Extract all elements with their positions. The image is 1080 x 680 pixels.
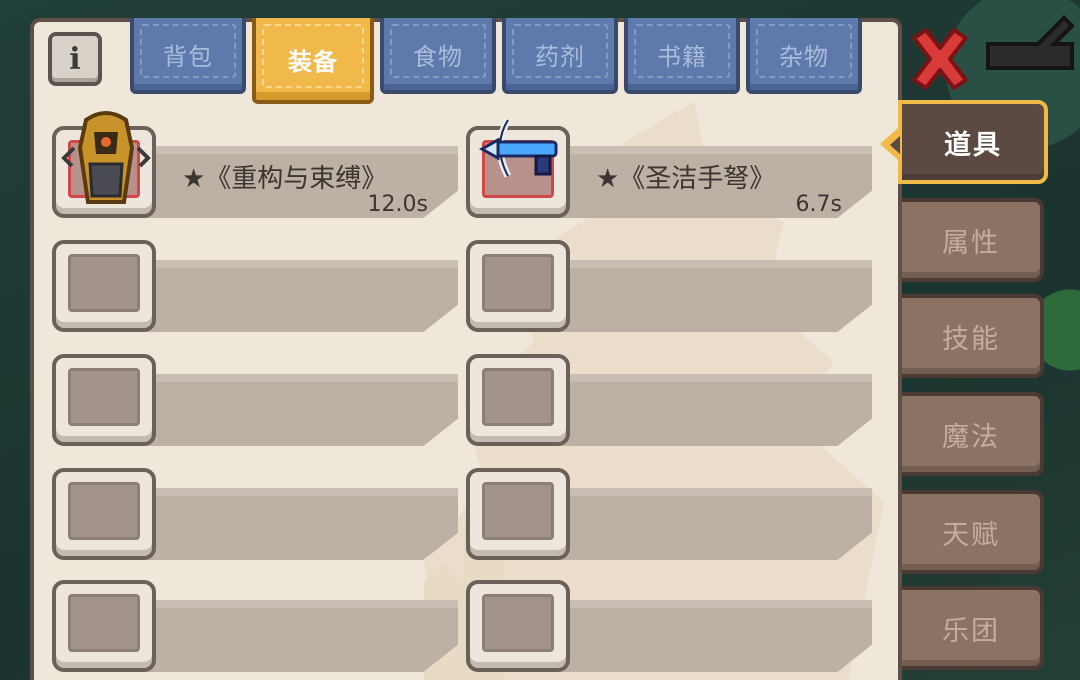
slot-bar: [526, 374, 872, 446]
tab-food[interactable]: 食物: [380, 18, 496, 94]
info-button[interactable]: i: [48, 32, 102, 86]
slot-bar: [112, 260, 458, 332]
side-tab-skills[interactable]: 技能: [902, 294, 1044, 378]
empty-slot[interactable]: [52, 354, 458, 446]
slot-bar: [526, 260, 872, 332]
slot-bar: [112, 488, 458, 560]
slot-icon-box: [466, 354, 570, 446]
empty-slot[interactable]: [466, 580, 872, 672]
slot-icon-box: [466, 580, 570, 672]
side-tab-band[interactable]: 乐团: [902, 586, 1044, 670]
slot-icon-box: [466, 240, 570, 332]
tab-backpack[interactable]: 背包: [130, 18, 246, 94]
crossbow-icon: [478, 118, 558, 178]
slot-icon-box: [466, 468, 570, 560]
slot-bar: [112, 600, 458, 672]
item-name: ★《重构与束缚》: [182, 164, 388, 194]
slot-icon-box: [52, 580, 156, 672]
close-icon[interactable]: [908, 26, 972, 92]
info-icon: i: [69, 41, 81, 77]
tab-potions[interactable]: 药剂: [502, 18, 618, 94]
tab-books[interactable]: 书籍: [624, 18, 740, 94]
item-name: ★《圣洁手弩》: [596, 164, 776, 194]
side-tab-items[interactable]: 道具: [880, 100, 1048, 184]
equipment-slot[interactable]: ★《圣洁手弩》 6.7s: [466, 118, 872, 218]
empty-slot[interactable]: [52, 580, 458, 672]
slot-icon-box: [52, 240, 156, 332]
empty-slot[interactable]: [52, 240, 458, 332]
tab-equipment[interactable]: 装备: [252, 18, 374, 104]
empty-slot[interactable]: [466, 468, 872, 560]
item-cooldown: 6.7s: [795, 192, 842, 217]
slot-icon-box: [52, 354, 156, 446]
side-tab-talents[interactable]: 天赋: [902, 490, 1044, 574]
empty-slot[interactable]: [466, 354, 872, 446]
empty-slot[interactable]: [52, 468, 458, 560]
armor-icon: [61, 111, 151, 204]
item-cooldown: 12.0s: [367, 192, 428, 217]
side-tab-attributes[interactable]: 属性: [902, 198, 1044, 282]
equipment-slot[interactable]: ★《重构与束缚》 12.0s: [52, 111, 458, 218]
slot-bar: [526, 600, 872, 672]
slot-bar: [526, 488, 872, 560]
slot-icon-box: [52, 468, 156, 560]
menu-icon: [986, 15, 1074, 70]
slot-bar: [112, 374, 458, 446]
side-tab-magic[interactable]: 魔法: [902, 392, 1044, 476]
empty-slot[interactable]: [466, 240, 872, 332]
tab-misc[interactable]: 杂物: [746, 18, 862, 94]
